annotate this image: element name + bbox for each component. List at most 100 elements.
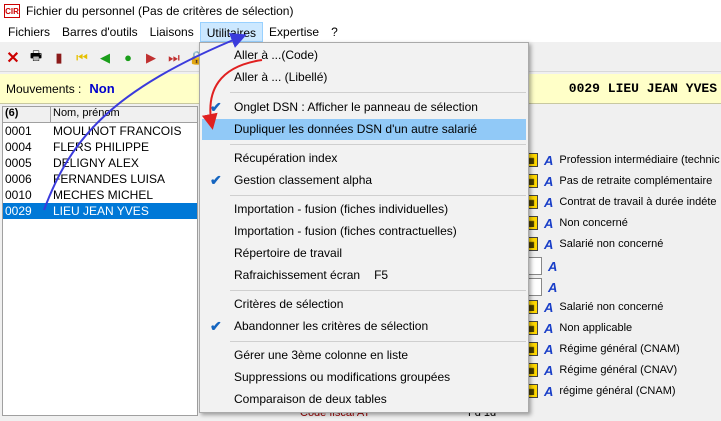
last-record-icon[interactable]: ⏭ [165, 49, 183, 67]
employee-name: FERNANDES LUISA [53, 172, 166, 186]
mouvements-value: Non [89, 81, 115, 96]
detail-row: ▦ A Profession intermédiaire (technic [524, 150, 720, 170]
print-icon[interactable]: 🖶 [27, 48, 45, 67]
detail-value: Régime général (CNAV) [559, 364, 678, 376]
edit-a-icon[interactable]: A [548, 280, 557, 295]
employee-name: FLERS PHILIPPE [53, 140, 150, 154]
menu-item-3eme-colonne[interactable]: Gérer une 3ème colonne en liste [202, 345, 526, 366]
next-record-icon[interactable]: ▶ [142, 49, 160, 67]
detail-row: ▦ A Pas de retraite complémentaire [524, 171, 712, 191]
employee-code: 0001 [5, 124, 32, 138]
list-item[interactable]: 0005 DELIGNY ALEX [3, 155, 197, 171]
detail-value: Salarié non concerné [559, 301, 664, 313]
employee-name: DELIGNY ALEX [53, 156, 139, 170]
edit-a-icon[interactable]: A [544, 363, 553, 378]
employee-code: 0004 [5, 140, 32, 154]
detail-row: ▦ A régime général (CNAM) [524, 381, 676, 401]
list-item[interactable]: 0010 MECHES MICHEL [3, 187, 197, 203]
detail-row: ▦ A Non applicable [524, 318, 632, 338]
detail-value: Pas de retraite complémentaire [559, 175, 713, 187]
book-icon[interactable]: ▮ [50, 49, 68, 67]
mouvements-label: Mouvements : [6, 81, 82, 96]
detail-value: régime général (CNAM) [559, 385, 676, 397]
detail-row: A [524, 256, 557, 276]
edit-a-icon[interactable]: A [544, 321, 553, 336]
detail-value: Non concerné [559, 217, 628, 229]
employee-code: 0005 [5, 156, 32, 170]
check-icon: ✔ [210, 318, 222, 334]
current-employee-title: 0029 LIEU JEAN YVES [568, 81, 717, 96]
detail-row: ▦ A Régime général (CNAM) [524, 339, 680, 359]
employee-name: MECHES MICHEL [53, 188, 154, 202]
menu-item-goto-code[interactable]: Aller à ...(Code) [202, 45, 526, 66]
menu-separator [230, 144, 526, 145]
list-count: (6) [3, 107, 51, 122]
menu-item-goto-libelle[interactable]: Aller à ... (Libellé) [202, 67, 526, 88]
detail-value: Salarié non concerné [559, 238, 664, 250]
edit-a-icon[interactable]: A [544, 174, 553, 189]
menu-separator [230, 341, 526, 342]
detail-value: Contrat de travail à durée indéte [559, 196, 717, 208]
list-header: (6) Nom, prénom [3, 107, 197, 123]
menu-separator [230, 92, 526, 93]
window-title: Fichier du personnel (Pas de critères de… [26, 4, 294, 18]
title-bar: CIR Fichier du personnel (Pas de critère… [0, 0, 721, 22]
menu-barres-outils[interactable]: Barres d'outils [56, 22, 144, 42]
menu-item-dupliquer-dsn[interactable]: Dupliquer les données DSN d'un autre sal… [202, 119, 526, 140]
employee-code: 0006 [5, 172, 32, 186]
edit-a-icon[interactable]: A [548, 259, 557, 274]
employee-name: MOULINOT FRANCOIS [53, 124, 182, 138]
utilitaires-menu: Aller à ...(Code) Aller à ... (Libellé) … [199, 42, 529, 413]
menu-item-repertoire-travail[interactable]: Répertoire de travail [202, 243, 526, 264]
detail-value: Profession intermédiaire (technic [559, 154, 720, 166]
detail-row: A [524, 277, 557, 297]
detail-row: ▦ A Régime général (CNAV) [524, 360, 677, 380]
employee-name: LIEU JEAN YVES [53, 204, 149, 218]
detail-row: ▦ A Non concerné [524, 213, 628, 233]
detail-value: Non applicable [559, 322, 633, 334]
menu-item-comparaison-tables[interactable]: Comparaison de deux tables [202, 389, 526, 410]
menu-liaisons[interactable]: Liaisons [144, 22, 200, 42]
menu-item-onglet-dsn[interactable]: ✔ Onglet DSN : Afficher le panneau de sél… [202, 97, 526, 118]
menu-item-abandonner-criteres[interactable]: ✔ Abandonner les critères de sélection [202, 316, 526, 337]
edit-a-icon[interactable]: A [544, 195, 553, 210]
list-item[interactable]: 0006 FERNANDES LUISA [3, 171, 197, 187]
check-icon: ✔ [210, 99, 222, 115]
check-icon: ✔ [210, 172, 222, 188]
menu-item-import-individuelles[interactable]: Importation - fusion (fiches individuell… [202, 199, 526, 220]
menu-bar: Fichiers Barres d'outils Liaisons Utilit… [0, 22, 721, 42]
edit-a-icon[interactable]: A [544, 237, 553, 252]
detail-row: ▦ A Contrat de travail à durée indéte [524, 192, 717, 212]
menu-item-recuperation-index[interactable]: Récupération index [202, 148, 526, 169]
delete-icon[interactable]: ✕ [4, 49, 22, 67]
menu-fichiers[interactable]: Fichiers [2, 22, 56, 42]
menu-help[interactable]: ? [325, 22, 344, 42]
employee-code: 0029 [5, 204, 32, 218]
list-col-name[interactable]: Nom, prénom [51, 107, 120, 122]
menu-item-import-contractuelles[interactable]: Importation - fusion (fiches contractuel… [202, 221, 526, 242]
edit-a-icon[interactable]: A [544, 384, 553, 399]
list-item[interactable]: 0004 FLERS PHILIPPE [3, 139, 197, 155]
employee-list[interactable]: (6) Nom, prénom 0001 MOULINOT FRANCOIS 0… [2, 106, 198, 416]
detail-row: ▦ A Salarié non concerné [524, 297, 663, 317]
list-item[interactable]: 0001 MOULINOT FRANCOIS [3, 123, 197, 139]
detail-value: Régime général (CNAM) [559, 343, 680, 355]
prev-record-icon[interactable]: ◀ [96, 49, 114, 67]
menu-utilitaires[interactable]: Utilitaires [199, 22, 264, 42]
edit-a-icon[interactable]: A [544, 153, 553, 168]
first-record-icon[interactable]: ⏮ [73, 49, 91, 67]
menu-expertise[interactable]: Expertise [263, 22, 325, 42]
list-item-selected[interactable]: 0029 LIEU JEAN YVES [3, 203, 197, 219]
menu-item-rafraichissement[interactable]: Rafraichissement écran F5 [202, 265, 526, 286]
menu-separator [230, 290, 526, 291]
shortcut-label: F5 [374, 268, 389, 282]
edit-a-icon[interactable]: A [544, 216, 553, 231]
menu-item-suppressions-groupees[interactable]: Suppressions ou modifications groupées [202, 367, 526, 388]
edit-a-icon[interactable]: A [544, 342, 553, 357]
current-record-icon[interactable]: ● [119, 49, 137, 67]
menu-item-criteres-selection[interactable]: Critères de sélection [202, 294, 526, 315]
detail-row: ▦ A Salarié non concerné [524, 234, 663, 254]
menu-item-classement-alpha[interactable]: ✔ Gestion classement alpha [202, 170, 526, 191]
menu-separator [230, 195, 526, 196]
edit-a-icon[interactable]: A [544, 300, 553, 315]
